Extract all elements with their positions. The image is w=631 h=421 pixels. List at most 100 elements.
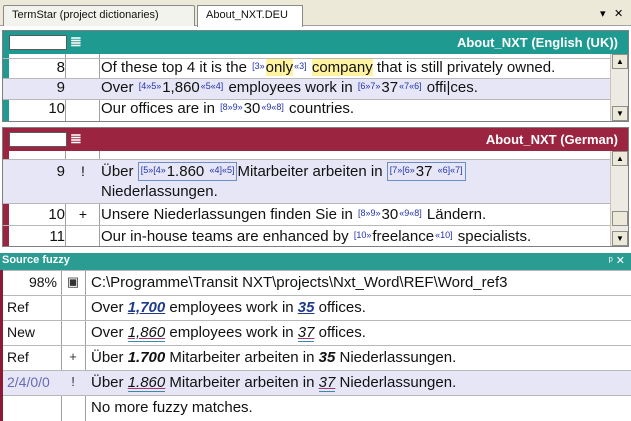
tab-termstar-label: TermStar (project dictionaries) <box>12 9 159 21</box>
fuzzy-text: Over 1,700 employees work in 35 offices. <box>91 299 366 316</box>
tag-box: [7»[6»37 «6]«7] <box>386 162 466 181</box>
tag-marker: «3] <box>294 61 307 71</box>
tag-marker: [10» <box>353 230 372 240</box>
scroll-up-icon[interactable]: ▲ <box>612 54 628 69</box>
tag-marker: «9«8] <box>399 208 422 218</box>
segment-text-line2: Niederlassungen. <box>101 183 218 200</box>
segment-row-active[interactable]: 9 Over [4»5»1,860«5«4] employees work in… <box>3 78 610 99</box>
segment-status: ! <box>71 374 75 389</box>
segment-row[interactable]: 11 Our in-house teams are enhanced by [1… <box>3 225 610 246</box>
german-pane: ≣ About_NXT (German) 9 ! Über [5»[4»1.86… <box>2 127 629 247</box>
fuzzy-row-source[interactable]: 98% ▣ C:\Programme\Transit NXT\projects\… <box>3 270 631 295</box>
tag-marker: [4»5» <box>138 81 162 91</box>
reference-path: C:\Programme\Transit NXT\projects\Nxt_Wo… <box>91 274 508 291</box>
fuzzy-text-pre: Über <box>91 349 128 366</box>
tag-marker: «7«6] <box>399 81 422 91</box>
list-icon[interactable]: ≣ <box>70 34 88 50</box>
segment-text[interactable]: Unsere Niederlassungen finden Sie in [8»… <box>101 206 608 223</box>
segment-text[interactable]: Over [4»5»1,860«5«4] employees work in [… <box>101 79 608 96</box>
source-fuzzy-title: Source fuzzy <box>2 254 70 266</box>
fuzzy-row-ref[interactable]: Ref Over 1,700 employees work in 35 offi… <box>3 295 631 320</box>
scroll-down-icon[interactable]: ▼ <box>612 231 628 246</box>
segment-text[interactable]: Of these top 4 it is the [3»only«3] comp… <box>101 59 608 76</box>
tab-menu-icon[interactable]: ▾ <box>600 7 606 20</box>
scroll-up-icon[interactable]: ▲ <box>612 151 628 166</box>
list-icon[interactable]: ≣ <box>70 131 88 147</box>
german-pane-header: ≣ About_NXT (German) <box>3 128 628 151</box>
vertical-scrollbar[interactable]: ▲ ▼ <box>610 54 628 121</box>
fuzzy-text-mid: Mitarbeiter arbeiten in <box>165 349 319 366</box>
fuzzy-text: Über 1.700 Mitarbeiter arbeiten in 35 Ni… <box>91 349 456 366</box>
fuzzy-row-end: No more fuzzy matches. <box>3 395 631 420</box>
segment-number: 11 <box>49 228 65 245</box>
tag-marker: «9«8] <box>261 102 284 112</box>
tab-about-nxt-deu[interactable]: About_NXT.DEU <box>197 5 303 27</box>
tag-marker: [5»[4» <box>140 165 166 175</box>
tag-marker: [7»[6» <box>389 165 415 175</box>
fuzzy-text: Over 1,860 employees work in 37 offices. <box>91 324 366 342</box>
segment-row[interactable]: 8 Of these top 4 it is the [3»only«3] co… <box>3 58 610 78</box>
tag-marker: «10] <box>435 230 453 240</box>
highlighted-word: only <box>265 59 294 76</box>
fuzzy-text-mid: Mitarbeiter arbeiten in <box>165 374 319 391</box>
tag-marker: [8»9» <box>220 102 243 112</box>
fuzzy-diff-number: 1,700 <box>127 299 166 316</box>
row-type: Ref <box>7 299 29 315</box>
segment-number: 10 <box>48 100 65 117</box>
fuzzy-text-mid: employees work in <box>165 299 298 316</box>
tab-termstar[interactable]: TermStar (project dictionaries) <box>3 5 195 26</box>
source-fuzzy-panel: 98% ▣ C:\Programme\Transit NXT\projects\… <box>0 270 631 421</box>
row-type: New <box>7 324 36 340</box>
pin-close-icon[interactable]: ᵖ ✕ <box>609 254 625 267</box>
document-tab-strip: TermStar (project dictionaries) About_NX… <box>0 0 631 27</box>
row-type: Ref <box>7 349 29 365</box>
fuzzy-stats: 2/4/0/0 <box>7 374 50 390</box>
segment-text[interactable]: Our offices are in [8»9»30«9«8] countrie… <box>101 100 608 117</box>
fuzzy-row-new[interactable]: New Over 1,860 employees work in 37 offi… <box>3 320 631 345</box>
fuzzy-text-pre: Over <box>91 324 128 341</box>
fuzzy-text-pre: Over <box>91 299 128 316</box>
tag-marker: «5«4] <box>200 81 224 91</box>
tag-marker: [6»7» <box>357 81 381 91</box>
match-percent: 98% <box>28 274 57 290</box>
reference-file-icon: ▣ <box>66 274 80 289</box>
fuzzy-row-ref-translation[interactable]: Ref + Über 1.700 Mitarbeiter arbeiten in… <box>3 345 631 370</box>
segment-row[interactable]: 10 Our offices are in [8»9»30«9«8] count… <box>3 99 610 121</box>
vertical-scrollbar[interactable]: ▲ ▼ <box>610 151 628 246</box>
segment-number: 8 <box>56 59 65 76</box>
tab-about-nxt-deu-label: About_NXT.DEU <box>206 9 288 21</box>
fuzzy-row-suggestion[interactable]: 2/4/0/0 ! Über 1.860 Mitarbeiter arbeite… <box>3 370 631 395</box>
tag-marker: [3» <box>252 61 265 71</box>
scroll-down-icon[interactable]: ▼ <box>612 106 628 121</box>
fuzzy-text-post: Niederlassungen. <box>335 374 457 391</box>
fuzzy-diff-number: 1.700 <box>127 349 166 366</box>
tag-box: [5»[4»1.860 «4]«5] <box>137 162 238 181</box>
tag-marker: «4]«5] <box>209 165 235 175</box>
segment-row-active[interactable]: 9 ! Über [5»[4»1.860 «4]«5] Mitarbeiter a… <box>3 159 610 203</box>
fuzzy-diff-number: 35 <box>297 299 315 316</box>
tag-marker: [8»9» <box>358 208 381 218</box>
fuzzy-text-post: offices. <box>314 324 366 341</box>
fuzzy-diff-number: 37 <box>318 374 336 392</box>
fuzzy-text-post: offices. <box>314 299 366 316</box>
fuzzy-diff-number: 35 <box>318 349 336 366</box>
fuzzy-text-pre: Über <box>91 374 128 391</box>
segment-filter-box[interactable] <box>9 132 67 147</box>
scroll-thumb[interactable] <box>612 211 628 226</box>
fuzzy-diff-number: 1.860 <box>127 374 166 392</box>
highlighted-word: company <box>311 59 373 76</box>
segment-filter-box[interactable] <box>9 35 67 50</box>
no-more-matches: No more fuzzy matches. <box>91 399 253 416</box>
segment-number: 9 <box>56 79 65 96</box>
source-fuzzy-titlebar: Source fuzzy ᵖ ✕ <box>0 253 631 270</box>
segment-text[interactable]: Our in-house teams are enhanced by [10»f… <box>101 228 608 245</box>
fuzzy-diff-number: 37 <box>297 324 315 342</box>
segment-number: 10 <box>48 206 65 223</box>
segment-row[interactable]: 10 + Unsere Niederlassungen finden Sie i… <box>3 203 610 225</box>
segment-number: 9 <box>56 163 65 180</box>
tag-marker: «6]«7] <box>437 165 463 175</box>
segment-status: ! <box>81 163 85 179</box>
segment-text[interactable]: Über [5»[4»1.860 «4]«5] Mitarbeiter arbei… <box>101 162 608 181</box>
close-icon[interactable]: ✕ <box>614 7 623 20</box>
english-pane: ≣ About_NXT (English (UK)) 8 Of these to… <box>2 30 629 122</box>
